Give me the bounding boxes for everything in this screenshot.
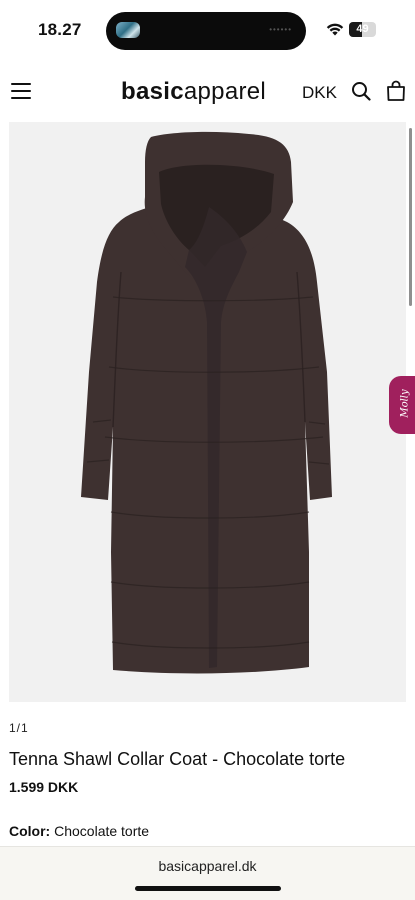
logo-bold-text: basic xyxy=(121,78,184,105)
product-title: Tenna Shawl Collar Coat - Chocolate tort… xyxy=(9,749,346,769)
hamburger-menu-icon[interactable] xyxy=(11,83,31,99)
status-time: 18.27 xyxy=(38,20,82,39)
battery-level: 49 xyxy=(356,23,369,35)
color-label: Color: xyxy=(9,823,51,839)
chat-widget-label: Molly xyxy=(399,389,411,418)
island-indicator: •••••• xyxy=(269,25,292,34)
dynamic-island: •••••• xyxy=(106,12,306,50)
site-header: basicapparel DKK xyxy=(0,66,415,118)
search-icon[interactable] xyxy=(351,81,371,101)
wifi-icon xyxy=(326,23,344,36)
color-value: Chocolate torte xyxy=(50,823,150,839)
currency-selector[interactable]: DKK xyxy=(302,83,337,103)
shopping-bag-icon[interactable] xyxy=(386,80,406,101)
logo-light-text: apparel xyxy=(183,78,267,105)
site-logo[interactable]: basicapparel xyxy=(121,78,266,106)
image-counter: 1/1 xyxy=(9,721,29,735)
battery-indicator: 49 xyxy=(349,22,376,37)
coat-illustration xyxy=(81,131,332,674)
product-price: 1.599 DKK xyxy=(9,779,79,795)
status-bar: 18.27 •••••• 49 xyxy=(0,0,415,62)
browser-address-bar[interactable]: basicapparel.dk xyxy=(0,846,415,900)
home-indicator xyxy=(135,886,281,891)
browser-url[interactable]: basicapparel.dk xyxy=(0,858,415,874)
chat-widget-tab[interactable]: Molly xyxy=(389,376,415,434)
now-playing-thumbnail xyxy=(116,22,140,38)
product-image[interactable] xyxy=(9,122,406,702)
page-scrollbar[interactable] xyxy=(409,128,412,306)
color-selection: Color: Chocolate torte xyxy=(9,823,149,839)
